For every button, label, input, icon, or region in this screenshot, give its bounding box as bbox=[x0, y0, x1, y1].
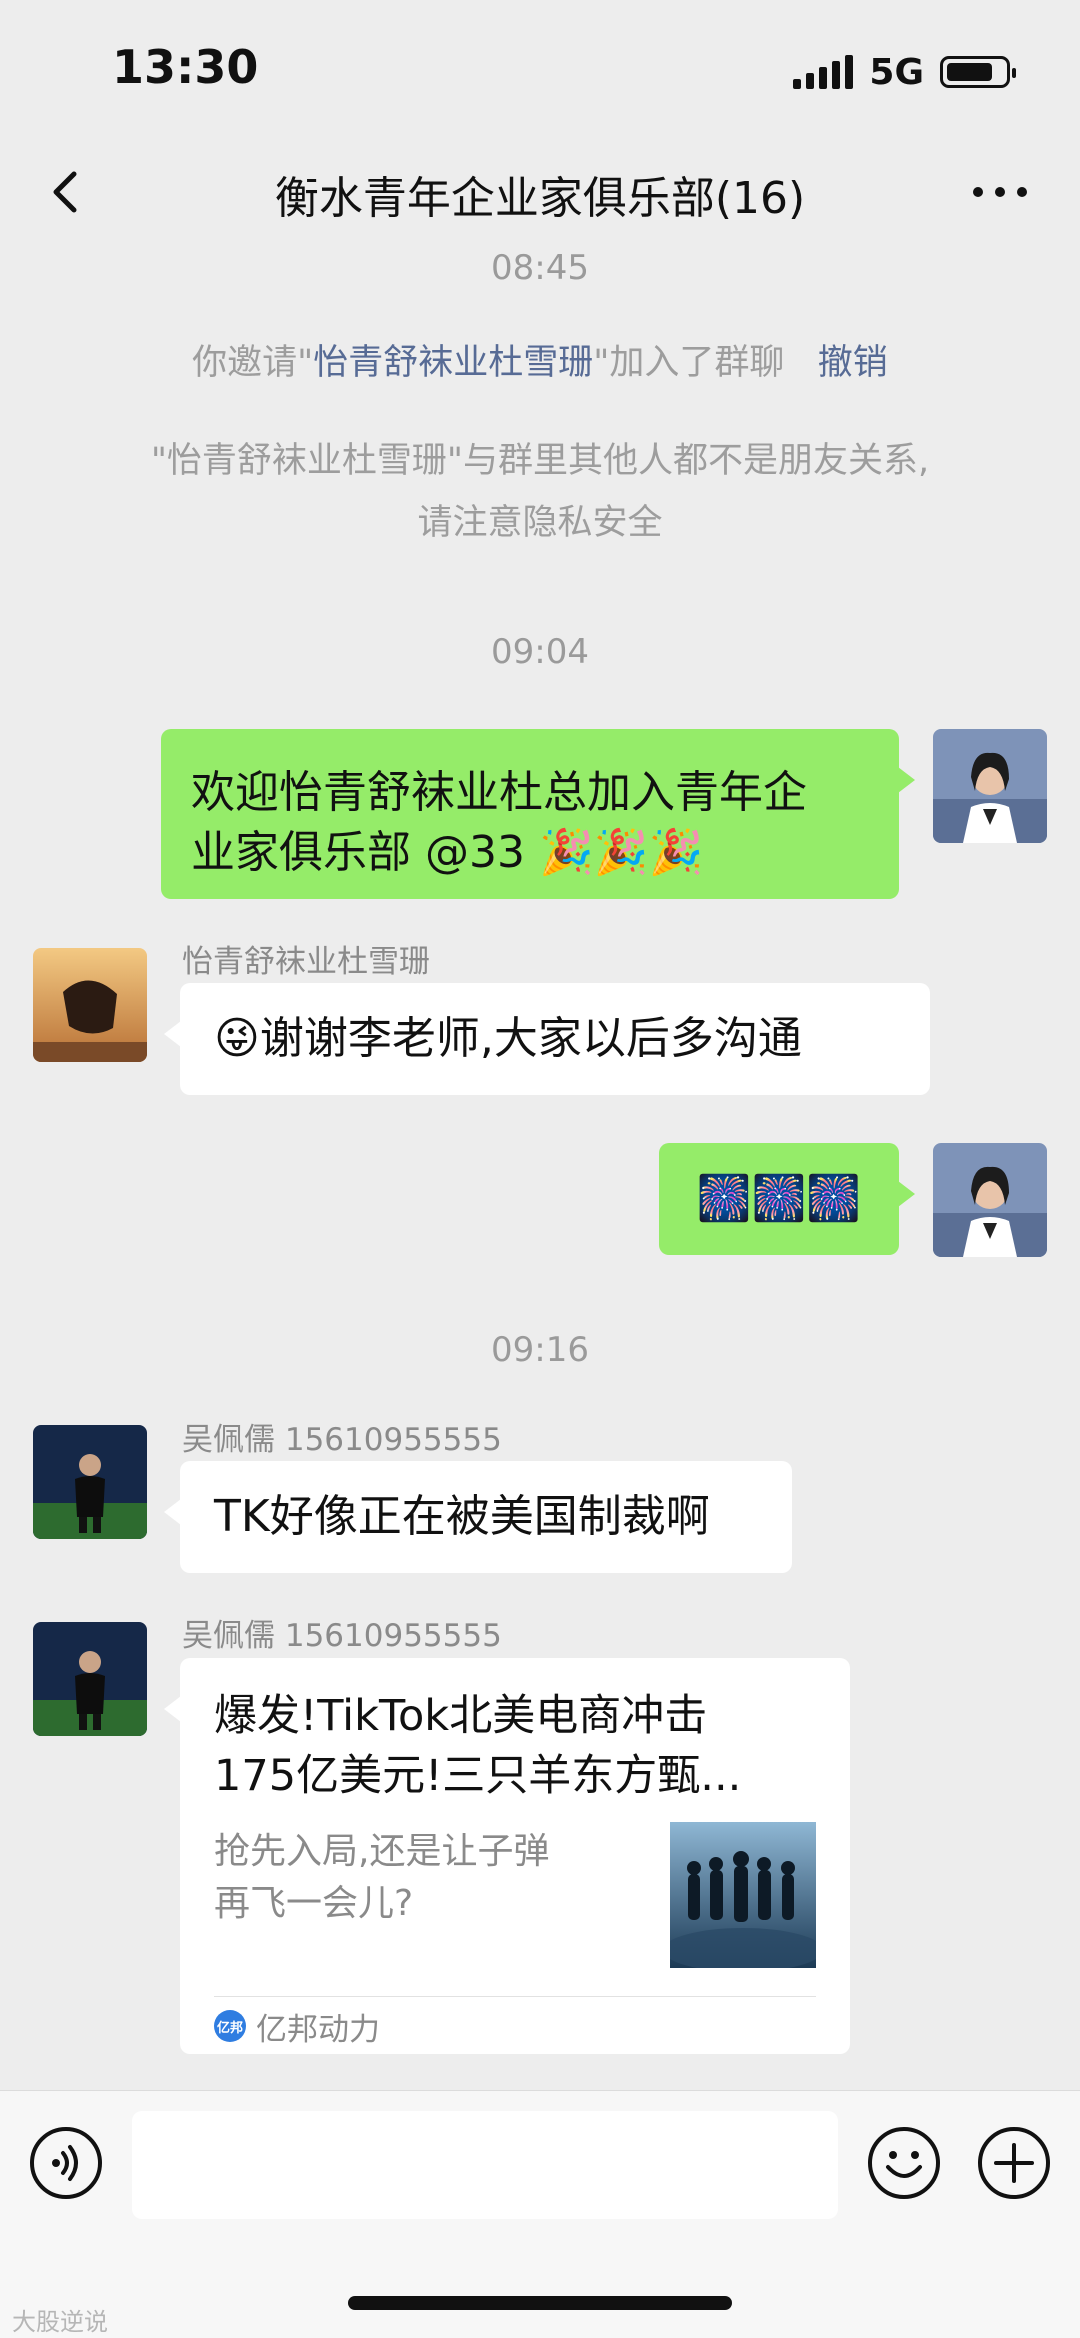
battery-icon bbox=[940, 56, 1016, 88]
card-thumbnail bbox=[670, 1822, 816, 1968]
card-divider bbox=[214, 1996, 816, 1997]
my-avatar[interactable] bbox=[933, 1143, 1047, 1257]
link-card[interactable]: 爆发!TikTok北美电商冲击 175亿美元!三只羊东方甄... 抢先入局,还是… bbox=[164, 1658, 850, 2054]
card-title: 爆发!TikTok北美电商冲击 175亿美元!三只羊东方甄... bbox=[214, 1686, 824, 1806]
sender-name: 吴佩儒 15610955555 bbox=[182, 1422, 502, 1458]
card-description: 抢先入局,还是让子弹 再飞一会儿? bbox=[214, 1826, 634, 1930]
message-text: 欢迎怡青舒袜业杜总加入青年企 bbox=[191, 767, 807, 818]
member-avatar[interactable] bbox=[33, 948, 147, 1062]
signal-icon bbox=[793, 55, 854, 89]
invite-prefix: 你邀请" bbox=[192, 343, 314, 383]
timestamp: 08:45 bbox=[491, 248, 589, 288]
source-logo-icon: 亿邦 bbox=[214, 2010, 246, 2042]
voice-icon bbox=[30, 2127, 102, 2199]
status-bar: 13:30 5G bbox=[0, 0, 1080, 140]
my-message-bubble[interactable]: 🎆🎆🎆 bbox=[659, 1143, 915, 1255]
ellipsis-icon bbox=[973, 187, 1027, 197]
thumbnail-image bbox=[670, 1822, 816, 1968]
invite-suffix: "加入了群聊 bbox=[593, 343, 785, 383]
avatar-photo bbox=[33, 1425, 147, 1539]
chat-title: 衡水青年企业家俱乐部(16) bbox=[274, 173, 806, 224]
my-message-bubble[interactable]: 欢迎怡青舒袜业杜总加入青年企 业家俱乐部 @33 🎉🎉🎉 bbox=[161, 729, 915, 899]
avatar-photo bbox=[933, 1143, 1047, 1257]
card-source: 亿邦 亿邦动力 bbox=[214, 2006, 380, 2048]
battery-level bbox=[947, 63, 992, 81]
card-description-line: 抢先入局,还是让子弹 bbox=[214, 1831, 550, 1872]
plus-icon bbox=[978, 2127, 1050, 2199]
chat-header: 衡水青年企业家俱乐部(16) bbox=[0, 140, 1080, 250]
source-name: 亿邦动力 bbox=[256, 2011, 380, 2048]
message-text: 🎆🎆🎆 bbox=[696, 1173, 862, 1224]
message-text: 业家俱乐部 @33 🎉🎉🎉 bbox=[191, 827, 704, 878]
member-message-bubble[interactable]: TK好像正在被美国制裁啊 bbox=[164, 1461, 792, 1573]
sender-name: 吴佩儒 15610955555 bbox=[182, 1618, 502, 1654]
message-text: TK好像正在被美国制裁啊 bbox=[214, 1491, 710, 1542]
watermark: 大股逆说 bbox=[12, 2308, 108, 2336]
avatar-photo bbox=[33, 948, 147, 1062]
more-functions-button[interactable] bbox=[976, 2125, 1052, 2201]
privacy-notice: "怡青舒袜业杜雪珊"与群里其他人都不是朋友关系, 请注意隐私安全 bbox=[60, 430, 1020, 554]
member-message-bubble[interactable]: 😜谢谢李老师,大家以后多沟通 bbox=[164, 983, 930, 1095]
network-type: 5G bbox=[869, 51, 924, 93]
member-avatar[interactable] bbox=[33, 1622, 147, 1736]
home-indicator[interactable] bbox=[348, 2296, 732, 2310]
undo-invite-link[interactable]: 撤销 bbox=[818, 343, 888, 383]
message-input[interactable] bbox=[132, 2111, 838, 2219]
member-avatar[interactable] bbox=[33, 1425, 147, 1539]
timestamp: 09:04 bbox=[491, 632, 589, 672]
timestamp: 09:16 bbox=[491, 1330, 589, 1370]
more-button[interactable] bbox=[960, 162, 1040, 222]
avatar-photo bbox=[933, 729, 1047, 843]
privacy-line: "怡青舒袜业杜雪珊"与群里其他人都不是朋友关系, bbox=[150, 441, 930, 481]
card-description-line: 再飞一会儿? bbox=[214, 1883, 414, 1924]
smiley-icon bbox=[868, 2127, 940, 2199]
card-title-line: 爆发!TikTok北美电商冲击 bbox=[214, 1691, 708, 1741]
emoji-button[interactable] bbox=[866, 2125, 942, 2201]
message-text: 😜谢谢李老师,大家以后多沟通 bbox=[214, 1013, 802, 1064]
invited-member-link[interactable]: 怡青舒袜业杜雪珊 bbox=[313, 343, 593, 383]
privacy-line: 请注意隐私安全 bbox=[417, 503, 663, 543]
voice-button[interactable] bbox=[28, 2125, 104, 2201]
my-avatar[interactable] bbox=[933, 729, 1047, 843]
card-title-line: 175亿美元!三只羊东方甄... bbox=[214, 1751, 742, 1801]
avatar-photo bbox=[33, 1622, 147, 1736]
status-time: 13:30 bbox=[112, 40, 259, 94]
system-invite-message: 你邀请"怡青舒袜业杜雪珊"加入了群聊 撤销 bbox=[60, 332, 1020, 394]
status-icons: 5G bbox=[793, 51, 1016, 93]
sender-name: 怡青舒袜业杜雪珊 bbox=[182, 944, 430, 980]
